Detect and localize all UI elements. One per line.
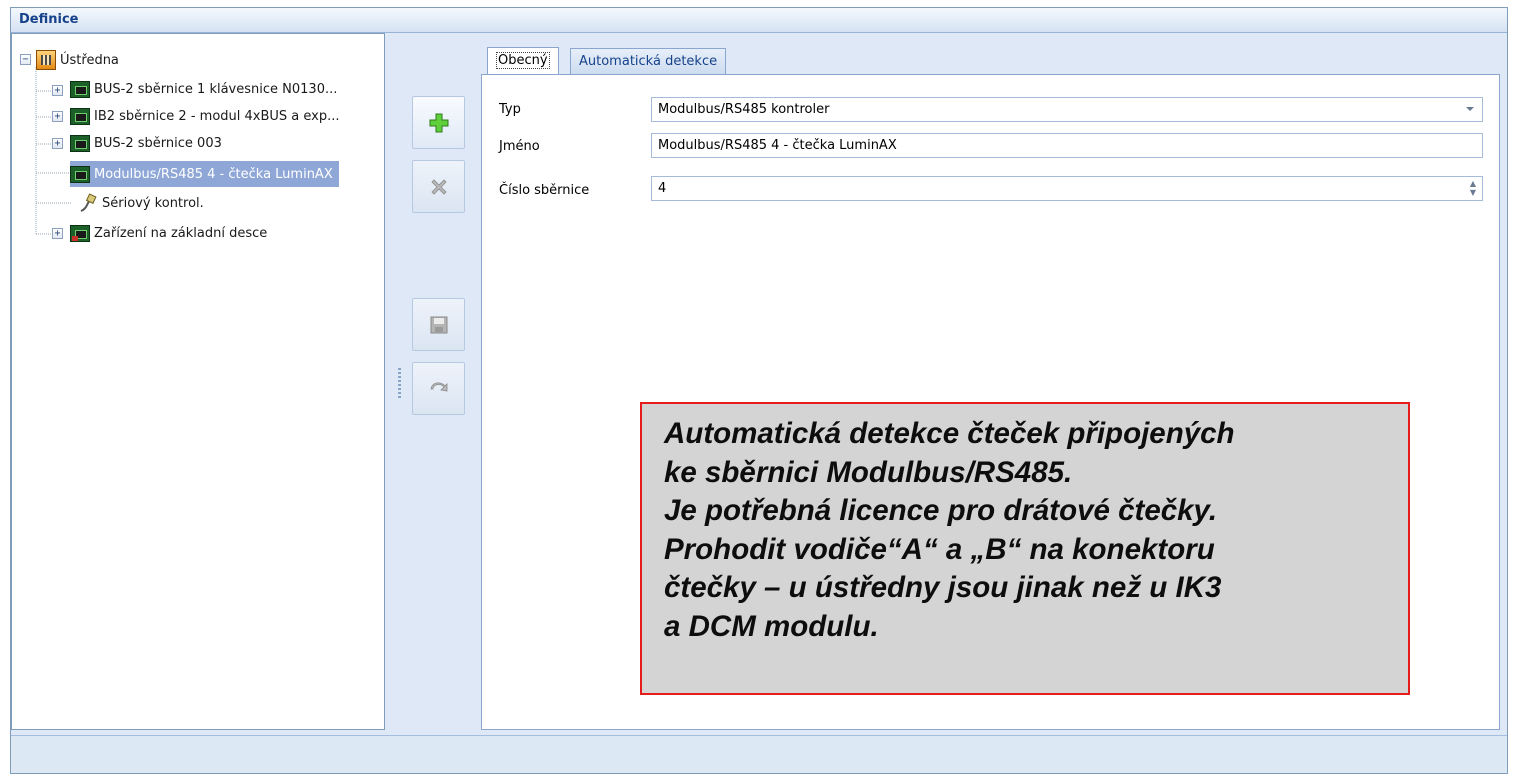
plus-icon: [429, 113, 448, 132]
mainboard-icon: [70, 224, 90, 242]
circuit-board-icon: [70, 165, 90, 183]
tab-label: Automatická detekce: [579, 54, 718, 69]
tree-item-label: Sériový kontrol.: [102, 195, 204, 211]
circuit-board-icon: [70, 134, 90, 152]
undo-icon: [430, 382, 447, 391]
annotation-line: ke sběrnici Modulbus/RS485.: [664, 455, 1073, 489]
annotation-line: čtečky – u ústředny jsou jinak než u IK3: [664, 571, 1222, 604]
center-splitter-grip[interactable]: [398, 368, 401, 398]
tree-item-serial-controller[interactable]: Sériový kontrol.: [78, 191, 210, 215]
circuit-board-icon: [70, 80, 90, 98]
name-field[interactable]: Modulbus/RS485 4 - čtečka LuminAX: [651, 133, 1483, 158]
expand-icon[interactable]: +: [52, 85, 63, 96]
add-button[interactable]: [412, 96, 465, 149]
tree-item-root[interactable]: Ústředna: [36, 48, 125, 72]
window-title: Definice: [11, 8, 1507, 33]
type-value: Modulbus/RS485 kontroler: [658, 102, 830, 117]
delete-x-icon: [430, 178, 447, 195]
device-tree: − Ústředna + BUS-2 sběrnice 1 klávesnice…: [11, 33, 385, 730]
control-panel-icon: [36, 50, 56, 70]
bus-number-value: 4: [658, 181, 667, 196]
tree-item-mainboard-devices[interactable]: Zařízení na základní desce: [70, 221, 273, 245]
undo-button[interactable]: [412, 362, 465, 415]
save-disk-icon: [430, 316, 447, 333]
circuit-board-icon: [70, 107, 90, 125]
collapse-root-icon[interactable]: −: [20, 54, 31, 65]
tab-general[interactable]: Obecný: [487, 47, 559, 75]
tab-label: Obecný: [496, 52, 550, 69]
delete-button[interactable]: [412, 160, 465, 213]
tree-item-label: Ústředna: [60, 52, 119, 68]
expand-icon[interactable]: +: [52, 111, 63, 122]
tree-item-label: Zařízení na základní desce: [94, 225, 268, 241]
tree-item-label: BUS-2 sběrnice 1 klávesnice N0130...: [94, 81, 338, 97]
tree-item-label: Modulbus/RS485 4 - čtečka LuminAX: [94, 166, 333, 182]
tree-item-modulbus-reader[interactable]: Modulbus/RS485 4 - čtečka LuminAX: [70, 161, 339, 187]
annotation-line: Je potřebná licence pro drátové čtečky.: [664, 494, 1218, 527]
chevron-down-icon[interactable]: [1466, 107, 1474, 111]
status-bar: [11, 735, 1507, 773]
name-value: Modulbus/RS485 4 - čtečka LuminAX: [658, 138, 897, 153]
bus-number-label: Číslo sběrnice: [499, 183, 590, 198]
expand-icon[interactable]: +: [52, 228, 63, 239]
name-label: Jméno: [499, 139, 540, 154]
expand-icon[interactable]: +: [52, 138, 63, 149]
spinner-arrows-icon[interactable]: ▲ ▼: [1470, 179, 1476, 197]
annotation-line: a DCM modulu.: [664, 609, 879, 643]
tree-item-ib2-module[interactable]: IB2 sběrnice 2 - modul 4xBUS a exp...: [70, 104, 346, 128]
serial-cable-icon: [80, 193, 97, 212]
type-label: Typ: [499, 102, 521, 117]
tree-item-bus2-keypad[interactable]: BUS-2 sběrnice 1 klávesnice N0130...: [70, 77, 343, 101]
annotation-line: Prohodit vodiče“A“ a „B“ na konektoru: [664, 532, 1215, 566]
tree-item-bus2-003[interactable]: BUS-2 sběrnice 003: [70, 131, 228, 155]
annotation-line: Automatická detekce čteček připojených: [664, 417, 1235, 450]
tree-item-label: IB2 sběrnice 2 - modul 4xBUS a exp...: [94, 108, 340, 124]
annotation-callout: Automatická detekce čteček připojených k…: [640, 402, 1410, 695]
tree-item-label: BUS-2 sběrnice 003: [94, 135, 222, 151]
save-button[interactable]: [412, 298, 465, 351]
tab-auto-detection[interactable]: Automatická detekce: [570, 48, 727, 74]
bus-number-spinner[interactable]: 4 ▲ ▼: [651, 176, 1483, 201]
type-dropdown[interactable]: Modulbus/RS485 kontroler: [651, 97, 1483, 122]
